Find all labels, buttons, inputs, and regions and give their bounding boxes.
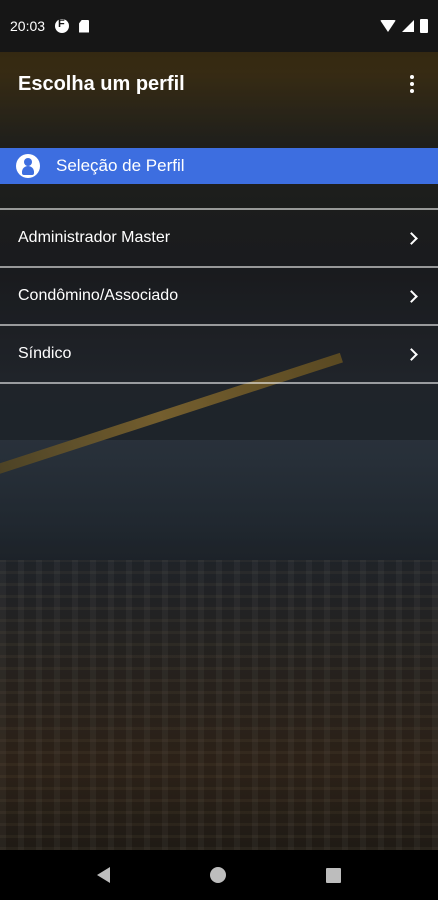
f-icon — [55, 18, 70, 33]
profile-item-label: Condômino/Associado — [18, 287, 179, 304]
profile-item-label: Síndico — [18, 345, 72, 362]
profile-item-administrador-master[interactable]: Administrador Master — [0, 210, 438, 266]
background-overlay — [0, 0, 438, 900]
recent-apps-icon[interactable] — [326, 867, 341, 883]
battery-icon — [420, 19, 428, 33]
app-bar: Escolha um perfil — [0, 52, 438, 116]
status-bar: 20:03 — [0, 0, 438, 52]
chevron-right-icon — [405, 289, 418, 303]
page-title: Escolha um perfil — [18, 72, 185, 95]
profile-selection-header: Seleção de Perfil — [0, 148, 438, 184]
status-time: 20:03 — [10, 18, 46, 34]
menu-dot — [410, 75, 414, 79]
more-vert-icon[interactable] — [404, 72, 420, 96]
sd-card-icon — [79, 19, 90, 33]
profile-item-sindico[interactable]: Síndico — [0, 326, 438, 382]
divider — [0, 382, 438, 384]
chevron-right-icon — [405, 347, 418, 361]
signal-icon — [402, 20, 414, 32]
user-icon — [16, 154, 40, 178]
profile-item-condomino-associado[interactable]: Condômino/Associado — [0, 268, 438, 324]
status-right-icons — [380, 19, 428, 33]
home-icon[interactable] — [210, 867, 226, 883]
city-background-image — [0, 0, 438, 900]
back-icon[interactable] — [97, 867, 110, 883]
profile-list: Administrador Master Condômino/Associado… — [0, 208, 438, 384]
navigation-bar — [0, 850, 438, 900]
profile-item-label: Administrador Master — [18, 229, 171, 246]
app-screen: 20:03 Escolha um perfil Seleção de Perfi… — [0, 0, 438, 900]
wifi-icon — [380, 20, 396, 32]
section-title: Seleção de Perfil — [56, 156, 185, 175]
chevron-right-icon — [405, 231, 418, 245]
menu-dot — [410, 82, 414, 86]
menu-dot — [410, 89, 414, 93]
